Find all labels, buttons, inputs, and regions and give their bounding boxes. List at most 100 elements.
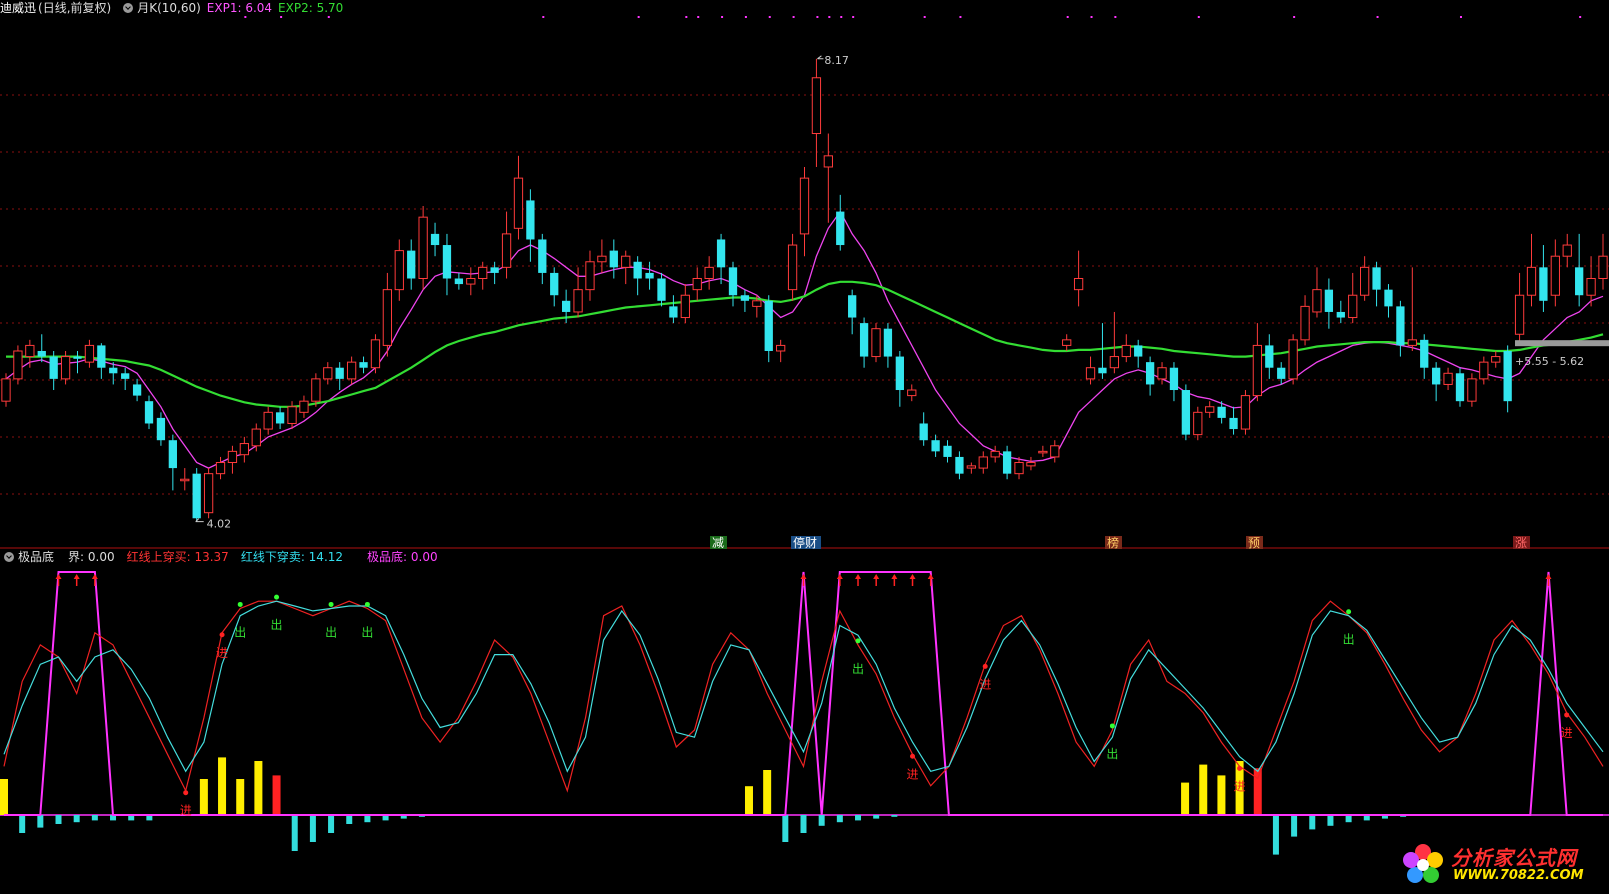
up-arrow-icon (873, 574, 880, 586)
buy-dot (910, 753, 916, 759)
candle-body (931, 440, 940, 452)
candle-body (299, 400, 309, 413)
candle (335, 362, 344, 391)
candle (1026, 456, 1036, 471)
candle (1455, 367, 1465, 407)
candle-body (84, 344, 95, 363)
up-arrow-icon (55, 574, 62, 586)
candle-body (1, 378, 11, 402)
candle-body (1360, 266, 1370, 296)
kline-mode[interactable]: (日线,前复权) (38, 1, 111, 15)
candle-body (1169, 367, 1179, 391)
up-arrow-icon (91, 574, 98, 586)
candle-body (585, 261, 595, 291)
candle (84, 339, 95, 368)
event-tag: 涨 (1513, 535, 1530, 550)
candle-body (227, 450, 238, 464)
candle (597, 239, 607, 273)
candle-body (478, 266, 488, 280)
candle (1514, 272, 1525, 346)
candle (978, 451, 988, 474)
candle-body (1002, 451, 1012, 474)
candle (955, 451, 964, 480)
candle-body (1181, 390, 1191, 435)
candle (478, 261, 488, 290)
top-marker (721, 16, 724, 18)
settings-icon[interactable] (123, 3, 134, 13)
histogram-bar (1327, 815, 1334, 826)
candle-body (799, 177, 810, 235)
top-marker (637, 16, 640, 18)
candle-body (168, 440, 177, 469)
candle-body (263, 411, 273, 430)
candle (1348, 272, 1358, 324)
exp2-line (6, 280, 1604, 408)
candle (407, 239, 416, 290)
histogram-bar (37, 815, 44, 828)
buy-dot (183, 790, 189, 796)
up-arrow-icon (1545, 574, 1552, 586)
candle (633, 256, 642, 296)
candle-body (1014, 462, 1024, 475)
top-marker (816, 16, 819, 18)
stock-name[interactable]: 迪威迅 (0, 1, 36, 15)
candle-body (1229, 417, 1238, 430)
candle (121, 367, 130, 391)
settings-icon[interactable] (4, 552, 14, 562)
candle-body (752, 300, 762, 307)
candle-body (49, 356, 58, 379)
arrow-head (55, 574, 62, 579)
candle-body (728, 267, 738, 296)
candle (1205, 401, 1215, 418)
candle (144, 395, 154, 430)
arrow-head (836, 574, 843, 579)
candle-body (73, 356, 82, 359)
candle-body (1134, 345, 1143, 357)
candle-body (37, 350, 46, 357)
candle (1384, 284, 1393, 318)
candle (442, 233, 452, 296)
up-arrow-icon (909, 574, 916, 586)
buy-signal-label: 进 (1561, 726, 1573, 740)
candle (907, 384, 917, 402)
histogram-bar (309, 815, 316, 842)
event-tag-label: 预 (1248, 536, 1260, 550)
candle-body (716, 239, 726, 268)
candle-body (382, 289, 393, 346)
candle-body (144, 401, 154, 424)
candle (239, 436, 249, 463)
candle (787, 233, 798, 301)
candle-body (1312, 289, 1322, 313)
candle-body (1050, 445, 1060, 458)
event-tag: 停财 (791, 535, 821, 550)
histogram-bar (199, 779, 208, 815)
candle (1098, 323, 1107, 379)
arrow-head (1545, 574, 1552, 579)
histogram-bar (1345, 815, 1352, 823)
candle-body (823, 155, 833, 168)
candle (1420, 334, 1429, 379)
candle (394, 239, 404, 301)
up-arrow-icon (855, 574, 862, 586)
candle (1491, 350, 1501, 368)
candle-body (323, 367, 333, 380)
buy-signal-label: 进 (907, 767, 919, 781)
indicator-name[interactable]: 月K(10,60) (137, 1, 201, 15)
candle-body (1467, 378, 1477, 402)
histogram-bar (1199, 764, 1208, 815)
candle (1002, 445, 1012, 480)
top-marker (1293, 16, 1296, 18)
event-tag-label: 停财 (793, 535, 817, 550)
histogram-bar (763, 770, 772, 815)
arrow-head (91, 574, 98, 579)
chart-canvas: 8.174.02+5.55 - 5.62 减停财榜预涨 出出出 出出出出进进进进进… (0, 16, 1609, 855)
histogram-bar (91, 815, 98, 821)
up-arrow-icon (836, 574, 843, 586)
candle (454, 272, 464, 290)
candle (192, 468, 201, 522)
candle (883, 323, 893, 368)
candle-body (97, 345, 106, 368)
sub-indicator-name[interactable]: 极品底 (18, 550, 54, 564)
candle (550, 267, 559, 307)
top-marker (1579, 16, 1582, 18)
